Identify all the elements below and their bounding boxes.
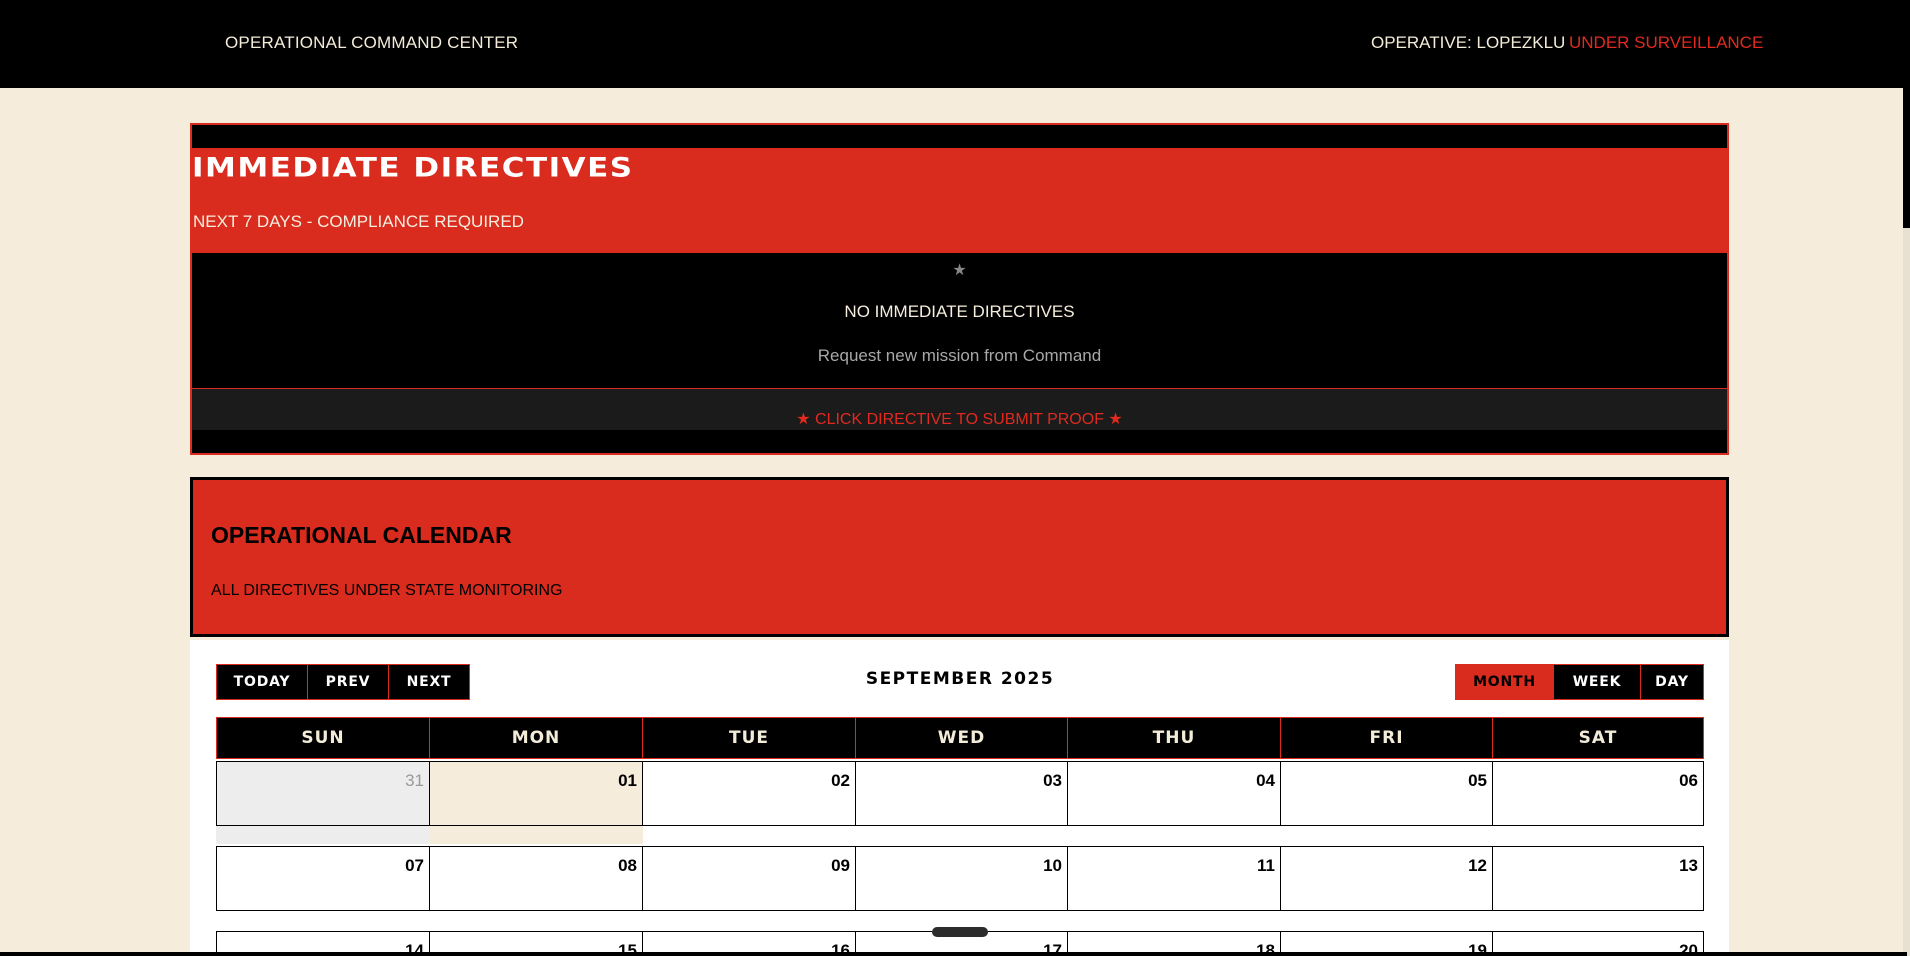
weekday-header: MON	[429, 717, 643, 759]
scrollbar-thumb[interactable]	[1903, 0, 1910, 228]
day-number: 04	[1256, 771, 1275, 790]
calendar-day-cell[interactable]: 13	[1492, 846, 1704, 911]
top-nav-bar: OPERATIONAL COMMAND CENTER OPERATIVE: LO…	[0, 0, 1907, 88]
calendar-day-cell[interactable]: 03	[855, 761, 1068, 826]
day-cell-overflow	[429, 826, 643, 844]
week-view-button[interactable]: WEEK	[1553, 664, 1641, 700]
day-number: 03	[1043, 771, 1062, 790]
calendar-subtitle: ALL DIRECTIVES UNDER STATE MONITORING	[211, 582, 563, 599]
day-cell-overflow	[216, 826, 430, 844]
no-directives-message: NO IMMEDIATE DIRECTIVES	[844, 302, 1075, 321]
immediate-directives-panel: IMMEDIATE DIRECTIVES NEXT 7 DAYS - COMPL…	[190, 123, 1729, 455]
calendar-day-cell[interactable]: 07	[216, 846, 430, 911]
prev-button[interactable]: PREV	[307, 664, 389, 700]
calendar-day-cell[interactable]: 12	[1280, 846, 1493, 911]
day-number: 10	[1043, 856, 1062, 875]
calendar-day-cell[interactable]: 31	[216, 761, 430, 826]
day-number: 09	[831, 856, 850, 875]
directives-footer: ★ CLICK DIRECTIVE TO SUBMIT PROOF ★	[192, 388, 1727, 430]
day-number: 05	[1468, 771, 1487, 790]
day-number: 08	[618, 856, 637, 875]
directives-subtitle: NEXT 7 DAYS - COMPLIANCE REQUIRED	[193, 212, 524, 231]
day-number: 31	[405, 771, 424, 790]
request-mission-hint: Request new mission from Command	[817, 346, 1102, 365]
weekday-header: THU	[1067, 717, 1281, 759]
page-scrollbar[interactable]	[1903, 0, 1910, 956]
calendar-day-cell[interactable]: 04	[1067, 761, 1281, 826]
next-button[interactable]: NEXT	[388, 664, 470, 700]
submit-proof-hint: ★ CLICK DIRECTIVE TO SUBMIT PROOF ★	[796, 411, 1123, 428]
directives-header: IMMEDIATE DIRECTIVES NEXT 7 DAYS - COMPL…	[192, 148, 1727, 253]
month-view-button[interactable]: MONTH	[1455, 664, 1554, 700]
drag-handle-icon[interactable]	[932, 927, 988, 937]
surveillance-status: UNDER SURVEILLANCE	[1569, 33, 1764, 52]
app-title[interactable]: OPERATIONAL COMMAND CENTER	[225, 33, 518, 53]
calendar-day-cell[interactable]: 06	[1492, 761, 1704, 826]
calendar-day-cell[interactable]: 08	[429, 846, 643, 911]
day-number: 12	[1468, 856, 1487, 875]
weekday-header: TUE	[642, 717, 856, 759]
weekday-header: SUN	[216, 717, 430, 759]
day-view-button[interactable]: DAY	[1640, 664, 1704, 700]
star-icon: ★	[952, 262, 967, 279]
calendar-day-cell[interactable]: 02	[642, 761, 856, 826]
weekday-header: FRI	[1280, 717, 1493, 759]
day-number: 13	[1679, 856, 1698, 875]
operative-label: OPERATIVE: LOPEZKLU	[1371, 33, 1566, 52]
calendar-day-cell[interactable]: 10	[855, 846, 1068, 911]
calendar-day-cell[interactable]: 05	[1280, 761, 1493, 826]
viewport-bottom-edge	[0, 952, 1907, 956]
current-month-label: SEPTEMBER 2025	[865, 669, 1055, 689]
day-number: 01	[618, 771, 637, 790]
calendar-day-cell[interactable]: 11	[1067, 846, 1281, 911]
calendar-day-cell-today[interactable]: 01	[429, 761, 643, 826]
day-number: 06	[1679, 771, 1698, 790]
weekday-header: SAT	[1492, 717, 1704, 759]
directives-title: IMMEDIATE DIRECTIVES	[192, 152, 634, 184]
calendar-day-cell[interactable]: 09	[642, 846, 856, 911]
today-button[interactable]: TODAY	[216, 664, 308, 700]
day-number: 02	[831, 771, 850, 790]
operational-calendar-header: OPERATIONAL CALENDAR ALL DIRECTIVES UNDE…	[190, 477, 1729, 637]
day-number: 07	[405, 856, 424, 875]
calendar-title: OPERATIONAL CALENDAR	[211, 522, 512, 548]
day-number: 11	[1257, 856, 1275, 875]
weekday-header: WED	[855, 717, 1068, 759]
